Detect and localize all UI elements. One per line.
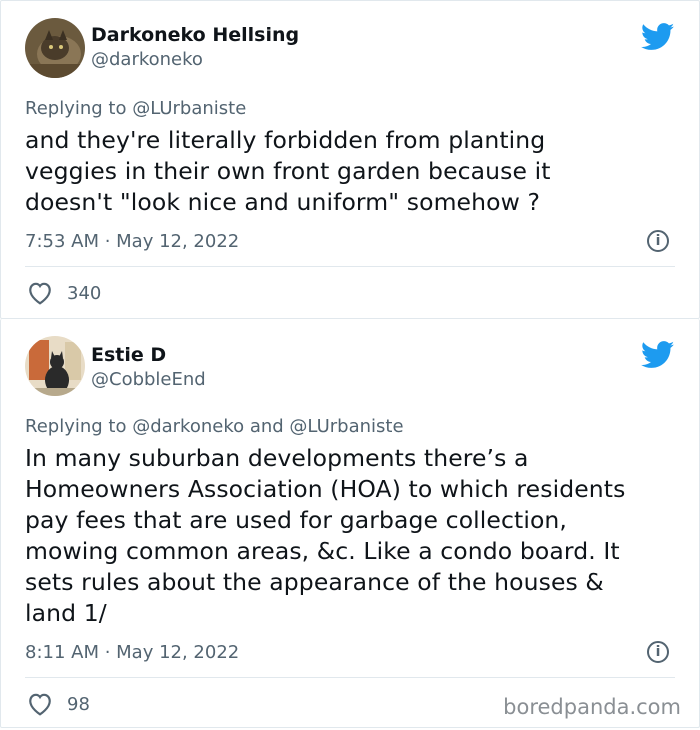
tweet-text-line: sets rules about the appearance of the h… <box>25 568 604 596</box>
heart-icon[interactable] <box>27 692 53 716</box>
tweet-text: and they're literally forbidden from pla… <box>25 125 675 218</box>
like-count: 98 <box>67 693 90 715</box>
info-icon[interactable]: i <box>647 641 669 663</box>
author-handle[interactable]: @darkoneko <box>91 47 299 73</box>
tweet-text-line: and they're literally forbidden from pla… <box>25 126 546 154</box>
author-name[interactable]: Darkoneko Hellsing <box>91 23 299 47</box>
like-row: 340 <box>25 267 675 319</box>
avatar[interactable] <box>25 336 85 396</box>
tweet-text-line: Homeowners Association (HOA) to which re… <box>25 475 626 503</box>
watermark: boredpanda.com <box>503 695 681 719</box>
twitter-bird-icon[interactable] <box>641 341 675 369</box>
replying-to[interactable]: Replying to @darkoneko and @LUrbaniste <box>25 415 675 439</box>
tweet-text-line: land 1/ <box>25 599 107 627</box>
author-handle[interactable]: @CobbleEnd <box>91 367 206 393</box>
tweet-text-line: veggies in their own front garden becaus… <box>25 157 551 185</box>
tweet-text-line: pay fees that are used for garbage colle… <box>25 506 567 534</box>
author-info: Darkoneko Hellsing @darkoneko <box>91 23 299 73</box>
like-count: 340 <box>67 282 102 304</box>
heart-icon[interactable] <box>27 281 53 305</box>
avatar[interactable] <box>25 18 85 78</box>
tweet-card: Darkoneko Hellsing @darkoneko Replying t… <box>0 0 700 319</box>
tweet-card: Estie D @CobbleEnd Replying to @darkonek… <box>0 319 700 728</box>
timestamp[interactable]: 7:53 AM · May 12, 2022 <box>25 231 239 252</box>
tweet-meta: 8:11 AM · May 12, 2022 i <box>25 641 675 678</box>
tweet-text-line: mowing common areas, &c. Like a condo bo… <box>25 537 620 565</box>
tweet-text-line: doesn't "look nice and uniform" somehow … <box>25 188 541 216</box>
info-icon[interactable]: i <box>647 230 669 252</box>
tweet-text-line: In many suburban developments there’s a <box>25 444 529 472</box>
tweet-header: Estie D @CobbleEnd <box>25 319 675 415</box>
author-name[interactable]: Estie D <box>91 343 206 367</box>
author-info: Estie D @CobbleEnd <box>91 343 206 393</box>
timestamp[interactable]: 8:11 AM · May 12, 2022 <box>25 642 239 663</box>
twitter-bird-icon[interactable] <box>641 23 675 51</box>
replying-to[interactable]: Replying to @LUrbaniste <box>25 97 675 121</box>
tweet-meta: 7:53 AM · May 12, 2022 i <box>25 230 675 267</box>
tweet-text: In many suburban developments there’s a … <box>25 443 675 629</box>
tweet-header: Darkoneko Hellsing @darkoneko <box>25 1 675 97</box>
